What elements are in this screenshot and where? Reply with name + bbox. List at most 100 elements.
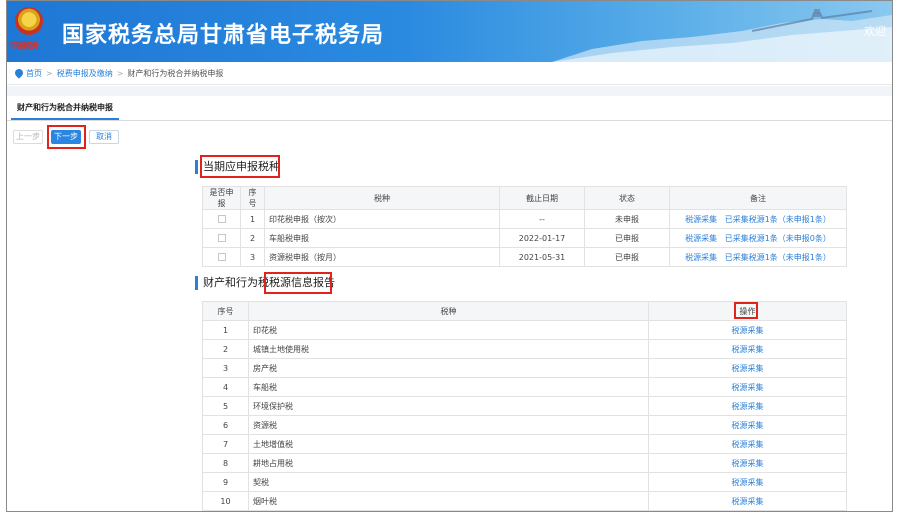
col-header-note: 备注 <box>669 186 847 210</box>
source-collect-link[interactable]: 税源采集 <box>648 491 847 511</box>
col-header-tax: 税种 <box>264 186 500 210</box>
note-cell: 税源采集 已采集税源1条（未申报1条） <box>669 247 847 267</box>
source-collect-link[interactable]: 税源采集 <box>648 415 847 435</box>
col-header-deadline: 截止日期 <box>499 186 585 210</box>
deadline: -- <box>499 209 585 229</box>
row-number: 10 <box>202 491 249 511</box>
source-collect-link[interactable]: 税源采集 <box>648 377 847 397</box>
tax-name: 印花税申报（按次） <box>264 209 500 229</box>
table-row: 9 契税 税源采集 <box>202 472 847 492</box>
source-collect-link[interactable]: 税源采集 <box>685 234 717 243</box>
highlight-action-header <box>734 302 758 319</box>
status: 未申报 <box>584 209 670 229</box>
highlight-next-button <box>47 125 86 149</box>
table-row: 10 烟叶税 税源采集 <box>202 491 847 511</box>
declare-checkbox[interactable] <box>217 214 226 223</box>
collected-note-link[interactable]: 已采集税源1条（未申报1条） <box>725 215 831 224</box>
tax-name: 印花税 <box>248 320 649 340</box>
table-row: 1 印花税申报（按次） -- 未申报 税源采集 已采集税源1条（未申报1条） <box>202 209 847 229</box>
source-collect-link[interactable]: 税源采集 <box>685 215 717 224</box>
breadcrumb-separator: > <box>116 69 124 78</box>
tax-name: 车船税 <box>248 377 649 397</box>
tax-name: 契税 <box>248 472 649 492</box>
table-header-row: 是否申报 序号 税种 截止日期 状态 备注 <box>202 186 847 210</box>
previous-step-button[interactable]: 上一步 <box>13 130 43 144</box>
table-row: 2 车船税申报 2022-01-17 已申报 税源采集 已采集税源1条（未申报0… <box>202 228 847 248</box>
row-number: 1 <box>202 320 249 340</box>
row-number: 5 <box>202 396 249 416</box>
col-header-no: 序号 <box>240 186 265 210</box>
breadcrumb-separator: > <box>46 69 53 78</box>
declare-checkbox-cell <box>202 209 241 229</box>
deadline: 2021-05-31 <box>499 247 585 267</box>
page-tab-bar: 财产和行为税合并纳税申报 <box>7 96 892 121</box>
declare-checkbox[interactable] <box>217 233 226 242</box>
row-number: 1 <box>240 209 265 229</box>
welcome-link[interactable]: 欢迎 <box>864 23 886 39</box>
collected-note-link[interactable]: 已采集税源1条（未申报0条） <box>725 234 831 243</box>
tax-name: 土地增值税 <box>248 434 649 454</box>
table-row: 2 城镇土地使用税 税源采集 <box>202 339 847 359</box>
declare-checkbox-cell <box>202 247 241 267</box>
tax-name: 车船税申报 <box>264 228 500 248</box>
status: 已申报 <box>584 228 670 248</box>
table-row: 4 车船税 税源采集 <box>202 377 847 397</box>
declare-checkbox-cell <box>202 228 241 248</box>
status: 已申报 <box>584 247 670 267</box>
source-collect-link[interactable]: 税源采集 <box>648 472 847 492</box>
tax-name: 资源税申报（按月） <box>264 247 500 267</box>
row-number: 8 <box>202 453 249 473</box>
tax-emblem-icon <box>15 7 43 35</box>
source-collect-link[interactable]: 税源采集 <box>648 358 847 378</box>
tax-name: 环境保护税 <box>248 396 649 416</box>
row-number: 2 <box>202 339 249 359</box>
col-header-declare: 是否申报 <box>202 186 241 210</box>
breadcrumb-home[interactable]: 首页 <box>26 69 42 78</box>
source-collect-link[interactable]: 税源采集 <box>648 339 847 359</box>
breadcrumb-current: 财产和行为税合并纳税申报 <box>127 69 224 78</box>
table-row: 8 耕地占用税 税源采集 <box>202 453 847 473</box>
row-number: 3 <box>202 358 249 378</box>
site-title: 国家税务总局甘肃省电子税务局 <box>62 23 385 48</box>
note-cell: 税源采集 已采集税源1条（未申报0条） <box>669 228 847 248</box>
breadcrumb-tax-filing[interactable]: 税费申报及缴纳 <box>57 69 113 78</box>
declare-checkbox[interactable] <box>217 252 226 261</box>
table-row: 7 土地增值税 税源采集 <box>202 434 847 454</box>
breadcrumb: 首页 > 税费申报及缴纳 > 财产和行为税合并纳税申报 <box>7 62 892 85</box>
browser-frame: 中国税务 国家税务总局甘肃省电子税务局 欢迎 首页 > 税费申报及缴纳 > 财产和行为税… <box>6 0 893 512</box>
tax-name: 房产税 <box>248 358 649 378</box>
tax-name: 资源税 <box>248 415 649 435</box>
location-pin-icon <box>13 67 25 79</box>
table-row: 6 资源税 税源采集 <box>202 415 847 435</box>
note-cell: 税源采集 已采集税源1条（未申报1条） <box>669 209 847 229</box>
source-collect-link[interactable]: 税源采集 <box>685 253 717 262</box>
row-number: 6 <box>202 415 249 435</box>
current-taxes-table: 是否申报 序号 税种 截止日期 状态 备注 1 印花税申报（按次） -- 未申报… <box>202 186 847 267</box>
source-collect-link[interactable]: 税源采集 <box>648 320 847 340</box>
source-collect-link[interactable]: 税源采集 <box>648 396 847 416</box>
row-number: 9 <box>202 472 249 492</box>
col-header-tax: 税种 <box>248 301 649 321</box>
deadline: 2022-01-17 <box>499 228 585 248</box>
table-row: 3 房产税 税源采集 <box>202 358 847 378</box>
tax-name: 烟叶税 <box>248 491 649 511</box>
tax-name: 城镇土地使用税 <box>248 339 649 359</box>
row-number: 2 <box>240 228 265 248</box>
cancel-button[interactable]: 取消 <box>89 130 119 144</box>
spacer-band <box>7 86 892 96</box>
tax-source-table: 序号 税种 操作 1 印花税 税源采集 2 城镇土地使用税 税源采集 3 房产税 税源采集 … <box>202 301 847 511</box>
table-row: 5 环境保护税 税源采集 <box>202 396 847 416</box>
highlight-section2-title <box>264 272 332 294</box>
source-collect-link[interactable]: 税源采集 <box>648 434 847 454</box>
site-header: 中国税务 国家税务总局甘肃省电子税务局 欢迎 <box>7 1 892 62</box>
row-number: 7 <box>202 434 249 454</box>
row-number: 3 <box>240 247 265 267</box>
table-row: 3 资源税申报（按月） 2021-05-31 已申报 税源采集 已采集税源1条（… <box>202 247 847 267</box>
highlight-section1-title <box>200 155 280 178</box>
row-number: 4 <box>202 377 249 397</box>
tab-property-behavior-tax[interactable]: 财产和行为税合并纳税申报 <box>11 96 119 120</box>
great-wall-banner-icon <box>552 9 892 62</box>
source-collect-link[interactable]: 税源采集 <box>648 453 847 473</box>
emblem-caption: 中国税务 <box>10 40 39 50</box>
collected-note-link[interactable]: 已采集税源1条（未申报1条） <box>725 253 831 262</box>
